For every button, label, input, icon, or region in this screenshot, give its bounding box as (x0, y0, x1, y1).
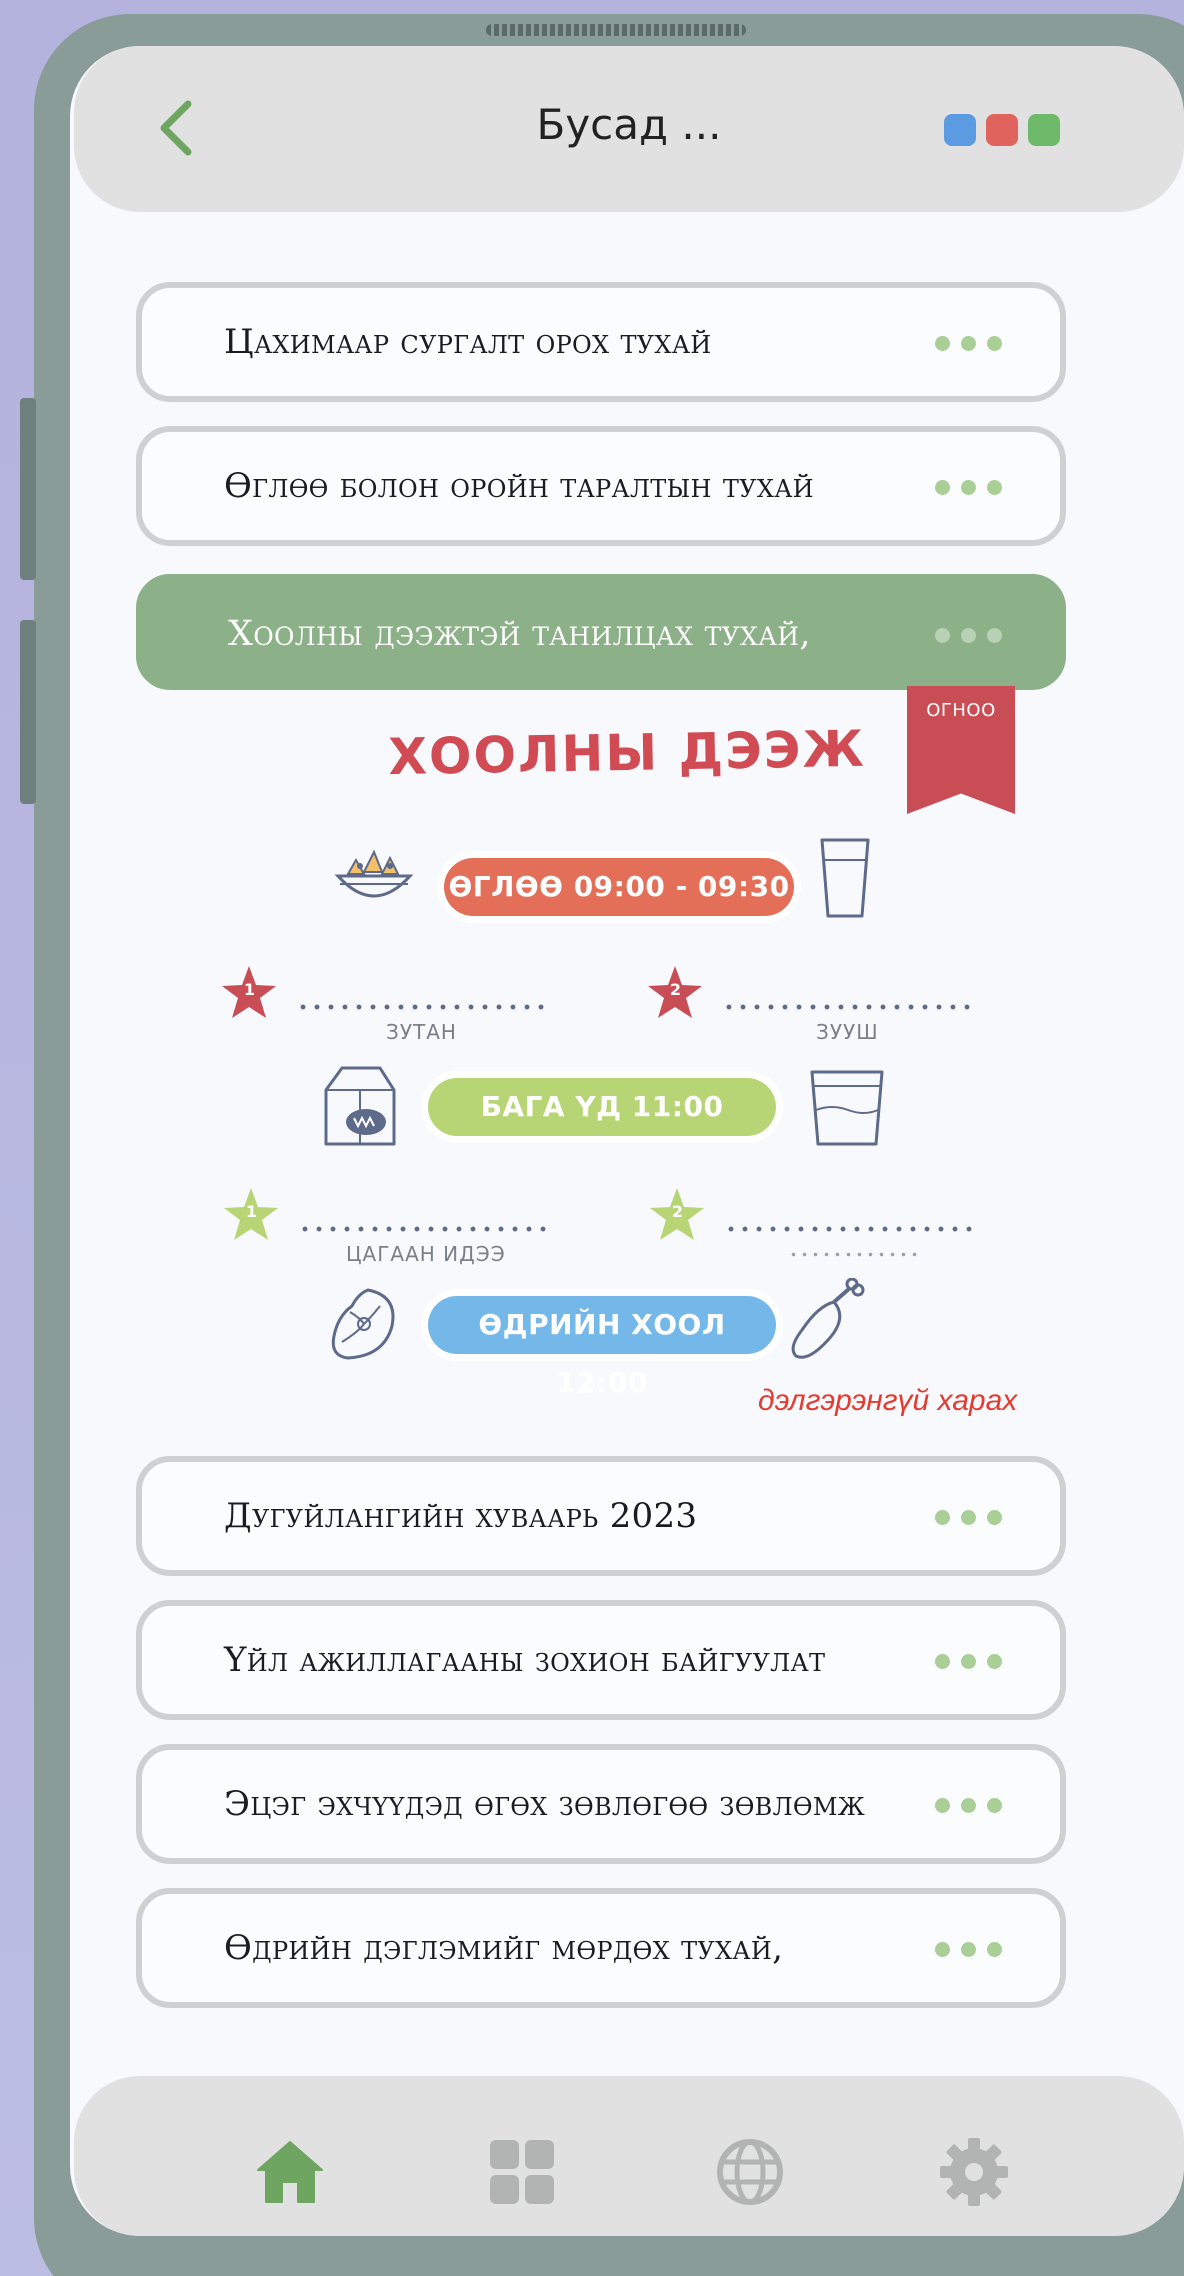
more-icon[interactable] (935, 336, 1002, 351)
red-dot (986, 114, 1018, 146)
item-label-zutan: ЗУТАН (386, 1020, 457, 1044)
screen: Бусад ... Цахимаар сургалт орох тухай Өг… (70, 46, 1184, 2236)
more-icon[interactable] (935, 1798, 1002, 1813)
list-item-label: Дугуйлангийн хуваарь 2023 (224, 1496, 698, 1536)
list-item[interactable]: Үйл ажиллагааны зохион байгуулат (136, 1600, 1066, 1720)
more-icon[interactable] (935, 1654, 1002, 1669)
star-number: 1 (243, 980, 257, 999)
list-item[interactable]: Цахимаар сургалт орох тухай (136, 282, 1066, 402)
menu-title: ХООЛНЫ ДЭЭЖ (387, 719, 867, 787)
glass-icon (820, 838, 870, 918)
list-item[interactable]: Өдрийн дэглэмийг мөрдөх тухай, (136, 1888, 1066, 2008)
volume-down-button (20, 620, 36, 804)
list-item[interactable]: Өглөө болон оройн таралтын тухай (136, 426, 1066, 546)
list-item-label: Өглөө болон оройн таралтын тухай (224, 466, 814, 506)
more-icon[interactable] (935, 1510, 1002, 1525)
item-label-tsagaan-idee: ЦАГААН ИДЭЭ (346, 1242, 506, 1266)
home-icon[interactable] (254, 2136, 326, 2208)
list-item-label: Хоолны дээжтэй танилцах тухай, (228, 614, 811, 654)
top-bar: Бусад ... (74, 46, 1184, 212)
window-dots (944, 114, 1060, 146)
milk-carton-icon (324, 1066, 396, 1146)
bottom-nav (74, 2076, 1184, 2236)
more-icon[interactable] (935, 1942, 1002, 1957)
salad-bowl-icon (334, 849, 414, 898)
green-dot (1028, 114, 1060, 146)
drumstick-icon (791, 1278, 865, 1359)
settings-icon[interactable] (938, 2136, 1010, 2208)
volume-up-button (20, 398, 36, 580)
star-number: 1 (245, 1202, 259, 1221)
list-item[interactable]: Дугуйлангийн хуваарь 2023 (136, 1456, 1066, 1576)
dotted-line (724, 1226, 976, 1232)
globe-icon[interactable] (714, 2136, 786, 2208)
fish-steak-icon (331, 1288, 395, 1360)
dotted-line (298, 1226, 550, 1232)
dotted-line (722, 1004, 974, 1010)
list-item-label: Үйл ажиллагааны зохион байгуулат (224, 1640, 826, 1680)
speaker-grille (486, 24, 746, 36)
blue-dot (944, 114, 976, 146)
list-item-label: Эцэг эхчүүдэд өгөх зөвлөгөө зөвлөмж (224, 1784, 866, 1824)
grid-icon[interactable] (486, 2136, 558, 2208)
more-icon[interactable] (935, 480, 1002, 495)
star-number: 2 (669, 980, 683, 999)
view-details-link[interactable]: дэлгэрэнгүй харах (758, 1384, 1017, 1418)
list-item-label: Цахимаар сургалт орох тухай (224, 322, 712, 362)
dotted-line (296, 1004, 548, 1010)
list-item[interactable]: Эцэг эхчүүдэд өгөх зөвлөгөө зөвлөмж (136, 1744, 1066, 1864)
snack-time-pill: БАГА ҮД 11:00 (428, 1078, 776, 1136)
item-label-zuush: ЗУУШ (816, 1020, 879, 1044)
list-item-label: Өдрийн дэглэмийг мөрдөх тухай, (224, 1928, 784, 1968)
dotted-line-empty (788, 1252, 918, 1257)
more-icon[interactable] (935, 628, 1002, 643)
cup-icon (810, 1070, 884, 1146)
list-item-active[interactable]: Хоолны дээжтэй танилцах тухай, (136, 574, 1066, 690)
lunch-time-pill: ӨДРИЙН ХООЛ 12:00 (428, 1296, 776, 1399)
star-number: 2 (671, 1202, 685, 1221)
breakfast-time-pill: ӨГЛӨӨ 09:00 - 09:30 (444, 858, 794, 916)
